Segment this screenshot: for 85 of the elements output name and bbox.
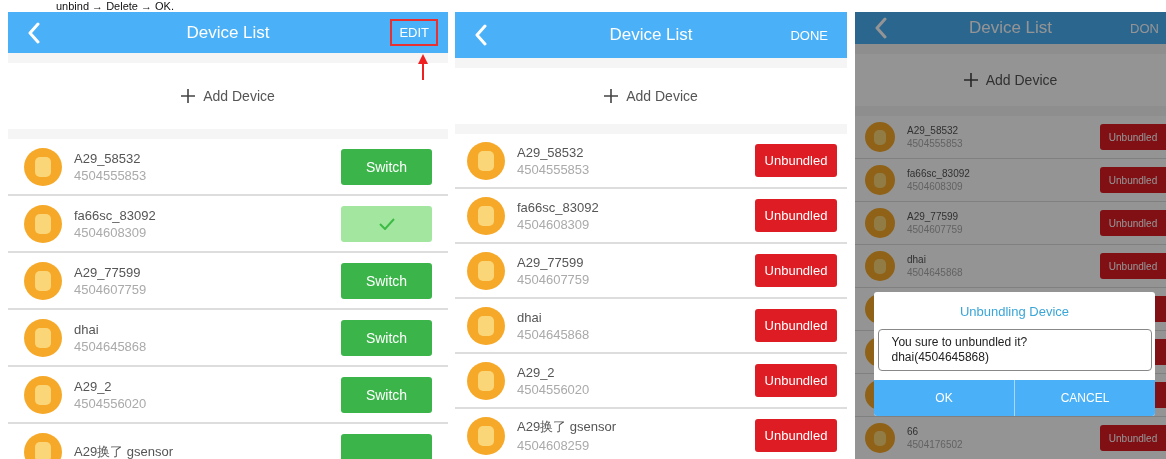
device-name: A29_77599 <box>74 264 142 280</box>
screen-title: Device List <box>186 22 270 43</box>
back-icon[interactable] <box>875 17 887 39</box>
screen-title: Device List <box>609 25 693 45</box>
watch-avatar-icon <box>24 147 62 186</box>
device-name: A29_58532 <box>517 144 585 160</box>
edit-button[interactable]: DONE <box>781 21 837 49</box>
device-name: A29_2 <box>74 378 113 394</box>
current-device-button[interactable] <box>341 205 432 242</box>
device-name: fa66sc_83092 <box>907 168 971 179</box>
unbundle-button[interactable]: Unbundled <box>755 419 837 452</box>
switch-button[interactable] <box>341 433 432 459</box>
watch-avatar-icon <box>467 416 505 455</box>
watch-avatar-icon <box>865 208 895 238</box>
device-name: A29_77599 <box>907 211 960 222</box>
device-number: 4504555853 <box>74 167 148 183</box>
watch-avatar-icon <box>467 196 505 235</box>
device-number: 4504607759 <box>517 271 591 287</box>
device-name: A29_58532 <box>907 125 960 136</box>
switch-button[interactable]: Switch <box>341 148 432 185</box>
device-name: fa66sc_83092 <box>517 199 600 215</box>
switch-button[interactable]: Switch <box>341 376 432 413</box>
dialog-message: You sure to unbundled it? <box>891 335 1029 350</box>
watch-avatar-icon <box>467 251 505 290</box>
device-name: A29换了 gsensor <box>74 442 174 459</box>
switch-button[interactable]: Switch <box>341 262 432 299</box>
watch-avatar-icon <box>865 423 895 453</box>
dialog-button[interactable]: CANCEL <box>1014 380 1155 416</box>
unbundle-button[interactable]: Unbundled <box>1100 210 1166 236</box>
dialog-button[interactable]: OK <box>874 380 1014 416</box>
unbundle-button[interactable]: Unbundled <box>1100 425 1166 451</box>
watch-avatar-icon <box>24 432 62 459</box>
check-icon <box>378 217 395 230</box>
device-name: A29换了 gsensor <box>517 418 617 436</box>
unbundle-button[interactable]: Unbundled <box>755 199 837 232</box>
plus-icon <box>181 89 196 103</box>
dialog-title: Unbundling Device <box>959 304 1070 319</box>
watch-avatar-icon <box>24 204 62 243</box>
back-icon[interactable] <box>475 24 487 46</box>
screen-title: Device List <box>968 18 1053 38</box>
watch-avatar-icon <box>467 141 505 180</box>
device-number: 4504555853 <box>517 161 591 177</box>
watch-avatar-icon <box>865 251 895 281</box>
edit-button[interactable]: EDIT <box>390 19 438 46</box>
unbundle-button[interactable]: Unbundled <box>755 254 837 287</box>
watch-avatar-icon <box>865 122 895 152</box>
device-name: 66 <box>907 426 920 437</box>
watch-avatar-icon <box>24 261 62 300</box>
device-name: A29_58532 <box>74 150 142 166</box>
switch-button[interactable]: Switch <box>341 319 432 356</box>
device-name: A29_2 <box>517 364 556 380</box>
device-number: 4504607759 <box>74 281 148 297</box>
unbundle-button[interactable]: Unbundled <box>1100 253 1166 279</box>
device-number: 4504556020 <box>517 381 591 397</box>
watch-avatar-icon <box>24 318 62 357</box>
device-name: fa66sc_83092 <box>74 207 157 223</box>
device-number: 4504645868 <box>517 326 591 342</box>
plus-icon <box>604 89 619 103</box>
watch-avatar-icon <box>467 306 505 345</box>
add-device-button[interactable]: Add Device <box>855 54 1166 106</box>
unbundle-button[interactable]: Unbundled <box>1100 124 1166 150</box>
plus-icon <box>963 73 978 87</box>
device-name: dhai <box>907 254 927 265</box>
device-number: 4504645868 <box>74 338 148 354</box>
device-name: A29_77599 <box>517 254 585 270</box>
device-number: 4504556020 <box>74 395 148 411</box>
unbundle-button[interactable]: Unbundled <box>1100 167 1166 193</box>
caption-text: unbind → Delete → OK. <box>56 0 174 12</box>
device-number: 4504608309 <box>517 216 591 232</box>
device-number: 4504608259 <box>517 438 591 453</box>
dialog-detail: dhai(4504645868) <box>891 350 990 365</box>
watch-avatar-icon <box>865 165 895 195</box>
back-icon[interactable] <box>28 21 40 44</box>
watch-avatar-icon <box>467 361 505 400</box>
watch-avatar-icon <box>24 375 62 414</box>
device-number: 4504608309 <box>74 224 148 240</box>
unbundle-button[interactable]: Unbundled <box>755 144 837 177</box>
add-device-button[interactable]: Add Device <box>8 63 448 129</box>
unbundle-button[interactable]: Unbundled <box>755 309 837 342</box>
device-name: dhai <box>517 309 543 325</box>
unbundle-button[interactable]: Unbundled <box>755 364 837 397</box>
device-name: dhai <box>74 321 100 337</box>
arrow-icon <box>418 54 428 80</box>
edit-button[interactable]: DON <box>1121 14 1166 42</box>
add-device-button[interactable]: Add Device <box>455 68 847 124</box>
